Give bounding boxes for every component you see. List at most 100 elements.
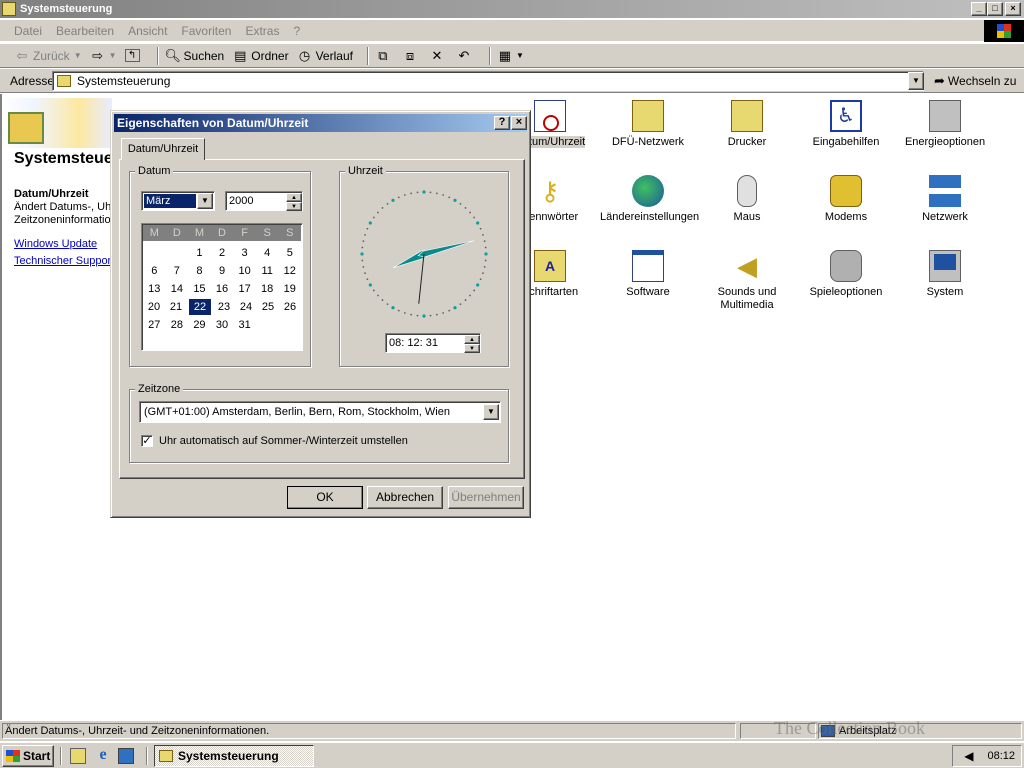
calendar-day[interactable]: 6 xyxy=(143,262,166,280)
month-select[interactable]: März ▼ xyxy=(141,191,215,211)
calendar-day[interactable]: 20 xyxy=(143,298,165,316)
views-button[interactable]: ▦ ▼ xyxy=(497,48,524,64)
calendar-day[interactable]: 24 xyxy=(235,298,257,316)
chevron-down-icon[interactable]: ▼ xyxy=(483,404,499,420)
calendar-day[interactable]: 23 xyxy=(213,298,235,316)
calendar-day[interactable]: 5 xyxy=(278,244,301,262)
icon-software[interactable]: Software xyxy=(600,250,696,299)
icon-drucker[interactable]: Drucker xyxy=(699,100,795,149)
back-button[interactable]: ⇦ Zurück ▼ xyxy=(14,48,82,64)
calendar-day[interactable]: 10 xyxy=(233,262,256,280)
chevron-up-icon[interactable]: ▲ xyxy=(286,193,302,202)
icon-sounds-multimedia[interactable]: ◀ Sounds und Multimedia xyxy=(699,250,795,312)
calendar-day[interactable]: 8 xyxy=(188,262,211,280)
calendar-day[interactable]: 2 xyxy=(211,244,234,262)
apply-button[interactable]: Übernehmen xyxy=(448,486,524,509)
address-value: Systemsteuerung xyxy=(77,74,171,88)
delete-button[interactable]: ✕ xyxy=(429,48,448,64)
dst-label[interactable]: Uhr automatisch auf Sommer-/Winterzeit u… xyxy=(159,435,408,447)
year-stepper[interactable]: 2000 ▲ ▼ xyxy=(225,191,303,211)
chevron-up-icon[interactable]: ▲ xyxy=(464,335,480,344)
calendar-day[interactable]: 25 xyxy=(257,298,279,316)
calendar-day[interactable]: 3 xyxy=(233,244,256,262)
undo-button[interactable]: ↶ xyxy=(456,48,475,64)
copy-to-button[interactable]: ⧈ xyxy=(402,48,421,64)
time-stepper[interactable]: 08: 12: 31 ▲ ▼ xyxy=(385,333,481,353)
show-desktop-icon[interactable] xyxy=(70,748,86,764)
start-button[interactable]: Start xyxy=(2,745,54,767)
minimize-button[interactable]: _ xyxy=(971,2,987,16)
icon-eingabehilfen[interactable]: ♿︎ Eingabehilfen xyxy=(798,100,894,149)
calendar-day[interactable]: 13 xyxy=(143,280,166,298)
tray-clock[interactable]: 08:12 xyxy=(987,750,1015,762)
calendar-day[interactable]: 14 xyxy=(166,280,189,298)
menu-favoriten[interactable]: Favoriten xyxy=(181,24,231,38)
calendar-day[interactable]: 9 xyxy=(211,262,234,280)
search-button[interactable]: 🔍︎ Suchen xyxy=(165,48,225,64)
close-button[interactable]: × xyxy=(1005,2,1021,16)
calendar-day[interactable]: 27 xyxy=(143,316,166,334)
icon-maus[interactable]: Maus xyxy=(699,175,795,224)
icon-system[interactable]: System xyxy=(897,250,993,299)
window-title-bar[interactable]: Systemsteuerung xyxy=(0,0,1024,18)
icon-energieoptionen[interactable]: Energieoptionen xyxy=(897,100,993,149)
move-to-button[interactable]: ⧉ xyxy=(375,48,394,64)
weekday: S xyxy=(263,227,271,239)
menu-ansicht[interactable]: Ansicht xyxy=(128,24,167,38)
icon-dfu-netzwerk[interactable]: DFÜ-Netzwerk xyxy=(600,100,696,149)
dialog-close-button[interactable]: × xyxy=(511,116,527,130)
forward-button[interactable]: ⇨ ▼ xyxy=(90,48,116,64)
icon-spieleoptionen[interactable]: Spieleoptionen xyxy=(798,250,894,299)
calendar-day[interactable]: 1 xyxy=(188,244,211,262)
icon-laendereinstellungen[interactable]: Ländereinstellungen xyxy=(600,175,699,224)
address-input[interactable]: Systemsteuerung xyxy=(52,71,924,91)
ok-button[interactable]: OK xyxy=(287,486,363,509)
menu-extras[interactable]: Extras xyxy=(245,24,279,38)
address-dropdown-button[interactable]: ▼ xyxy=(908,72,924,90)
task-button-systemsteuerung[interactable]: Systemsteuerung xyxy=(154,745,314,767)
dialog-title[interactable]: Eigenschaften von Datum/Uhrzeit xyxy=(114,114,527,132)
internet-explorer-icon[interactable]: e xyxy=(94,747,112,765)
calendar-day[interactable]: 16 xyxy=(211,280,234,298)
calendar-day[interactable]: 28 xyxy=(166,316,189,334)
taskbar-separator xyxy=(146,747,148,765)
calendar-day[interactable]: 11 xyxy=(256,262,279,280)
menu-help[interactable]: ? xyxy=(293,24,300,38)
calendar-day[interactable]: 26 xyxy=(279,298,301,316)
calendar-day[interactable]: 31 xyxy=(233,316,256,334)
tab-datum-uhrzeit[interactable]: Datum/Uhrzeit xyxy=(121,138,205,160)
calendar-day[interactable]: 21 xyxy=(165,298,187,316)
calendar-day[interactable]: 30 xyxy=(211,316,234,334)
month-calendar[interactable]: M D M D F S S 1 2 3 4 5 6 7 8 9 10 11 12 13 14 15 16 17 1… xyxy=(141,223,303,351)
icon-netzwerk[interactable]: Netzwerk xyxy=(897,175,993,224)
maximize-button[interactable]: □ xyxy=(987,2,1003,16)
calendar-day[interactable]: 29 xyxy=(188,316,211,334)
calendar-day[interactable]: 18 xyxy=(256,280,279,298)
menu-bearbeiten[interactable]: Bearbeiten xyxy=(56,24,114,38)
outlook-express-icon[interactable] xyxy=(118,748,134,764)
help-button[interactable]: ? xyxy=(494,116,510,130)
calendar-day[interactable]: 4 xyxy=(256,244,279,262)
volume-icon[interactable]: ◀ xyxy=(964,749,973,763)
calendar-day[interactable]: 22 xyxy=(189,299,211,315)
timezone-select[interactable]: (GMT+01:00) Amsterdam, Berlin, Bern, Rom… xyxy=(139,401,501,423)
up-folder-button[interactable]: ↰ xyxy=(124,49,143,62)
folders-button[interactable]: ▤ Ordner xyxy=(232,48,289,64)
windows-update-link[interactable]: Windows Update xyxy=(14,238,112,250)
cancel-button[interactable]: Abbrechen xyxy=(367,486,443,509)
calendar-day[interactable]: 17 xyxy=(233,280,256,298)
menu-datei[interactable]: Datei xyxy=(14,24,42,38)
chevron-down-icon[interactable]: ▼ xyxy=(464,344,480,353)
chevron-down-icon[interactable]: ▼ xyxy=(286,202,302,211)
calendar-day[interactable]: 19 xyxy=(278,280,301,298)
fonts-folder-icon: A xyxy=(534,250,566,282)
calendar-day[interactable]: 15 xyxy=(188,280,211,298)
icon-modems[interactable]: Modems xyxy=(798,175,894,224)
go-button[interactable]: ➦ Wechseln zu xyxy=(934,73,1016,89)
calendar-day[interactable]: 7 xyxy=(166,262,189,280)
dst-checkbox[interactable]: ✓ xyxy=(141,435,153,447)
chevron-down-icon[interactable]: ▼ xyxy=(197,193,213,209)
history-button[interactable]: ◷ Verlauf xyxy=(297,48,353,64)
technical-support-link[interactable]: Technischer Support xyxy=(14,255,112,267)
calendar-day[interactable]: 12 xyxy=(278,262,301,280)
